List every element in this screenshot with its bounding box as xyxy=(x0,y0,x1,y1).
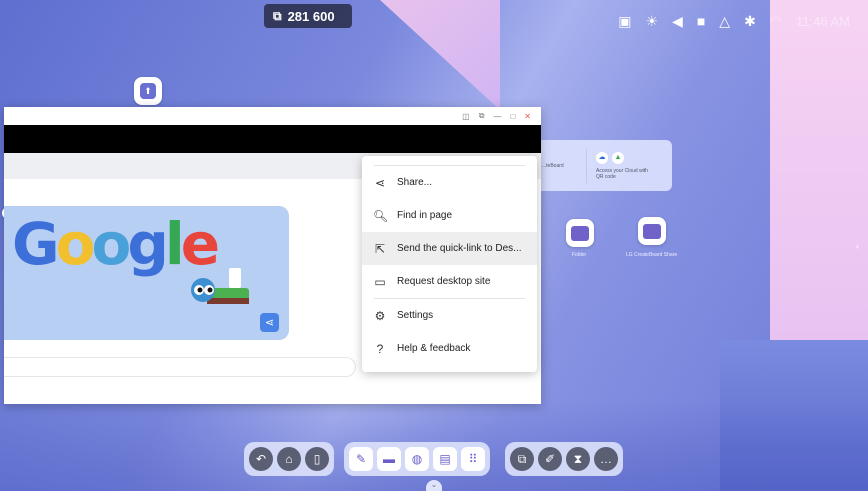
timer-icon: ⧗ xyxy=(573,451,583,466)
menu-item-request-desktop-site[interactable]: ▭ Request desktop site xyxy=(362,265,537,298)
apps-icon: ⠿ xyxy=(468,452,478,466)
wifi-icon[interactable]: ◠ xyxy=(770,10,782,32)
chevron-left-icon[interactable]: ‹ xyxy=(856,241,866,251)
menu-item-send-quick-link[interactable]: ⇱ Send the quick-link to Des... xyxy=(362,232,537,265)
wallpaper-accent xyxy=(770,0,868,340)
minimize-icon[interactable]: — xyxy=(493,112,501,121)
usb-icon: ⬆ xyxy=(140,83,156,99)
screen-capture-icon: ⧉ xyxy=(517,451,527,466)
pen-button[interactable]: ✐ xyxy=(538,447,562,471)
browser-icon: ◍ xyxy=(411,452,423,466)
menu-item-settings[interactable]: ⚙ Settings xyxy=(362,299,537,332)
desktop-icon: ▭ xyxy=(374,274,386,289)
back-button[interactable]: ↶ xyxy=(249,447,273,471)
help-icon: ? xyxy=(376,341,384,356)
doodle-logo: Google xyxy=(12,210,220,278)
menu-item-label: Help & feedback xyxy=(397,343,471,354)
volume-icon[interactable]: ◀ xyxy=(672,10,683,32)
gear-icon: ⚙ xyxy=(374,308,386,323)
dock-tools-group: ⧉ ✐ ⧗ … xyxy=(505,442,623,476)
maximize-icon[interactable]: □ xyxy=(510,112,515,121)
usb-app-tile[interactable]: ⬆ xyxy=(134,77,162,105)
widget-left-text: ...teBoard xyxy=(542,162,564,169)
menu-item-help-feedback[interactable]: ? Help & feedback xyxy=(362,332,537,365)
dock-apps-group: ✎ ▬ ◍ ▤ ⠿ xyxy=(344,442,490,476)
whiteboard-icon: ✎ xyxy=(355,452,367,466)
all-apps-button[interactable]: ⠿ xyxy=(461,447,485,471)
app-label-folder: Folder xyxy=(572,252,587,258)
back-icon: ↶ xyxy=(255,452,267,466)
home-button[interactable]: ⌂ xyxy=(277,447,301,471)
room-code: 281 600 xyxy=(287,8,335,24)
doodle-character xyxy=(191,268,249,304)
search-box[interactable] xyxy=(4,357,356,377)
google-drive-icon: ▲ xyxy=(612,151,624,164)
menu-item-find-in-page[interactable]: 🔍︎ Find in page xyxy=(362,199,537,232)
screen-share-icon xyxy=(643,223,661,239)
doodle-share-button[interactable]: ⋖ xyxy=(260,313,279,332)
home-icon: ⌂ xyxy=(285,452,293,466)
more-button[interactable]: … xyxy=(594,447,618,471)
menu-item-label: Settings xyxy=(397,310,434,321)
folder-icon xyxy=(571,225,589,241)
share-icon: ⋖ xyxy=(374,175,386,190)
chevron-down-icon: ⌄ xyxy=(430,480,438,489)
menu-item-label: Share... xyxy=(397,177,433,188)
screen-capture-button[interactable]: ⧉ xyxy=(510,447,534,471)
folder-app-tile[interactable] xyxy=(566,219,594,247)
menu-item-label: Request desktop site xyxy=(397,276,491,287)
multitask-button[interactable]: ▯ xyxy=(305,447,329,471)
network-icon[interactable]: ✱ xyxy=(744,10,756,32)
overflow-menu: ⋖ Share... 🔍︎ Find in page ⇱ Send the qu… xyxy=(362,156,537,372)
room-code-pill[interactable]: ⧉ 281 600 xyxy=(264,4,352,28)
room-icon: ⧉ xyxy=(273,8,282,23)
browser-toolbar xyxy=(4,125,541,153)
whiteboard-button[interactable]: ✎ xyxy=(349,447,373,471)
close-icon[interactable]: ✕ xyxy=(524,112,531,121)
pip-icon[interactable]: ⧉ xyxy=(479,111,485,121)
folder-icon: ▬ xyxy=(383,452,395,466)
screen-share-button[interactable]: ▤ xyxy=(433,447,457,471)
google-doodle[interactable]: Google ⋖ xyxy=(4,206,289,340)
onedrive-icon: ☁ xyxy=(596,151,608,164)
cloud-widget[interactable]: ...teBoard ☁ ▲ Access your Cloud with QR… xyxy=(536,140,672,191)
cloud-icon[interactable]: △ xyxy=(719,10,730,32)
app-label-createboard-share: LG CreateBoard Share xyxy=(626,252,678,258)
pen-icon: ✐ xyxy=(544,452,556,466)
timer-button[interactable]: ⧗ xyxy=(566,447,590,471)
folder-button[interactable]: ▬ xyxy=(377,447,401,471)
menu-item-label: Find in page xyxy=(397,210,453,221)
clock: 11:46 AM xyxy=(796,13,850,29)
find-in-page-icon: 🔍︎ xyxy=(373,208,389,223)
status-bar: ▣ ☀ ◀ ■ △ ✱ ◠ 11:46 AM xyxy=(618,10,850,32)
screen-share-icon[interactable]: ▣ xyxy=(618,10,631,32)
window-titlebar: ◫ ⧉ — □ ✕ xyxy=(4,107,541,125)
createboard-share-app-tile[interactable] xyxy=(638,217,666,245)
split-view-icon[interactable]: ◫ xyxy=(462,112,470,121)
dock-nav-group: ↶ ⌂ ▯ xyxy=(244,442,334,476)
more-icon: … xyxy=(600,452,612,466)
send-to-device-icon: ⇱ xyxy=(374,241,386,256)
share-icon: ▤ xyxy=(439,452,451,466)
browser-button[interactable]: ◍ xyxy=(405,447,429,471)
menu-item-label: Send the quick-link to Des... xyxy=(397,243,522,254)
share-icon: ⋖ xyxy=(264,317,275,329)
brightness-icon[interactable]: ☀ xyxy=(645,10,658,32)
multitask-icon: ▯ xyxy=(313,452,321,466)
dock-handle[interactable]: ⌄ xyxy=(426,480,442,491)
camera-icon[interactable]: ■ xyxy=(697,10,705,32)
widget-right-text: Access your Cloud with QR code xyxy=(596,167,648,180)
menu-item-share[interactable]: ⋖ Share... xyxy=(362,166,537,199)
